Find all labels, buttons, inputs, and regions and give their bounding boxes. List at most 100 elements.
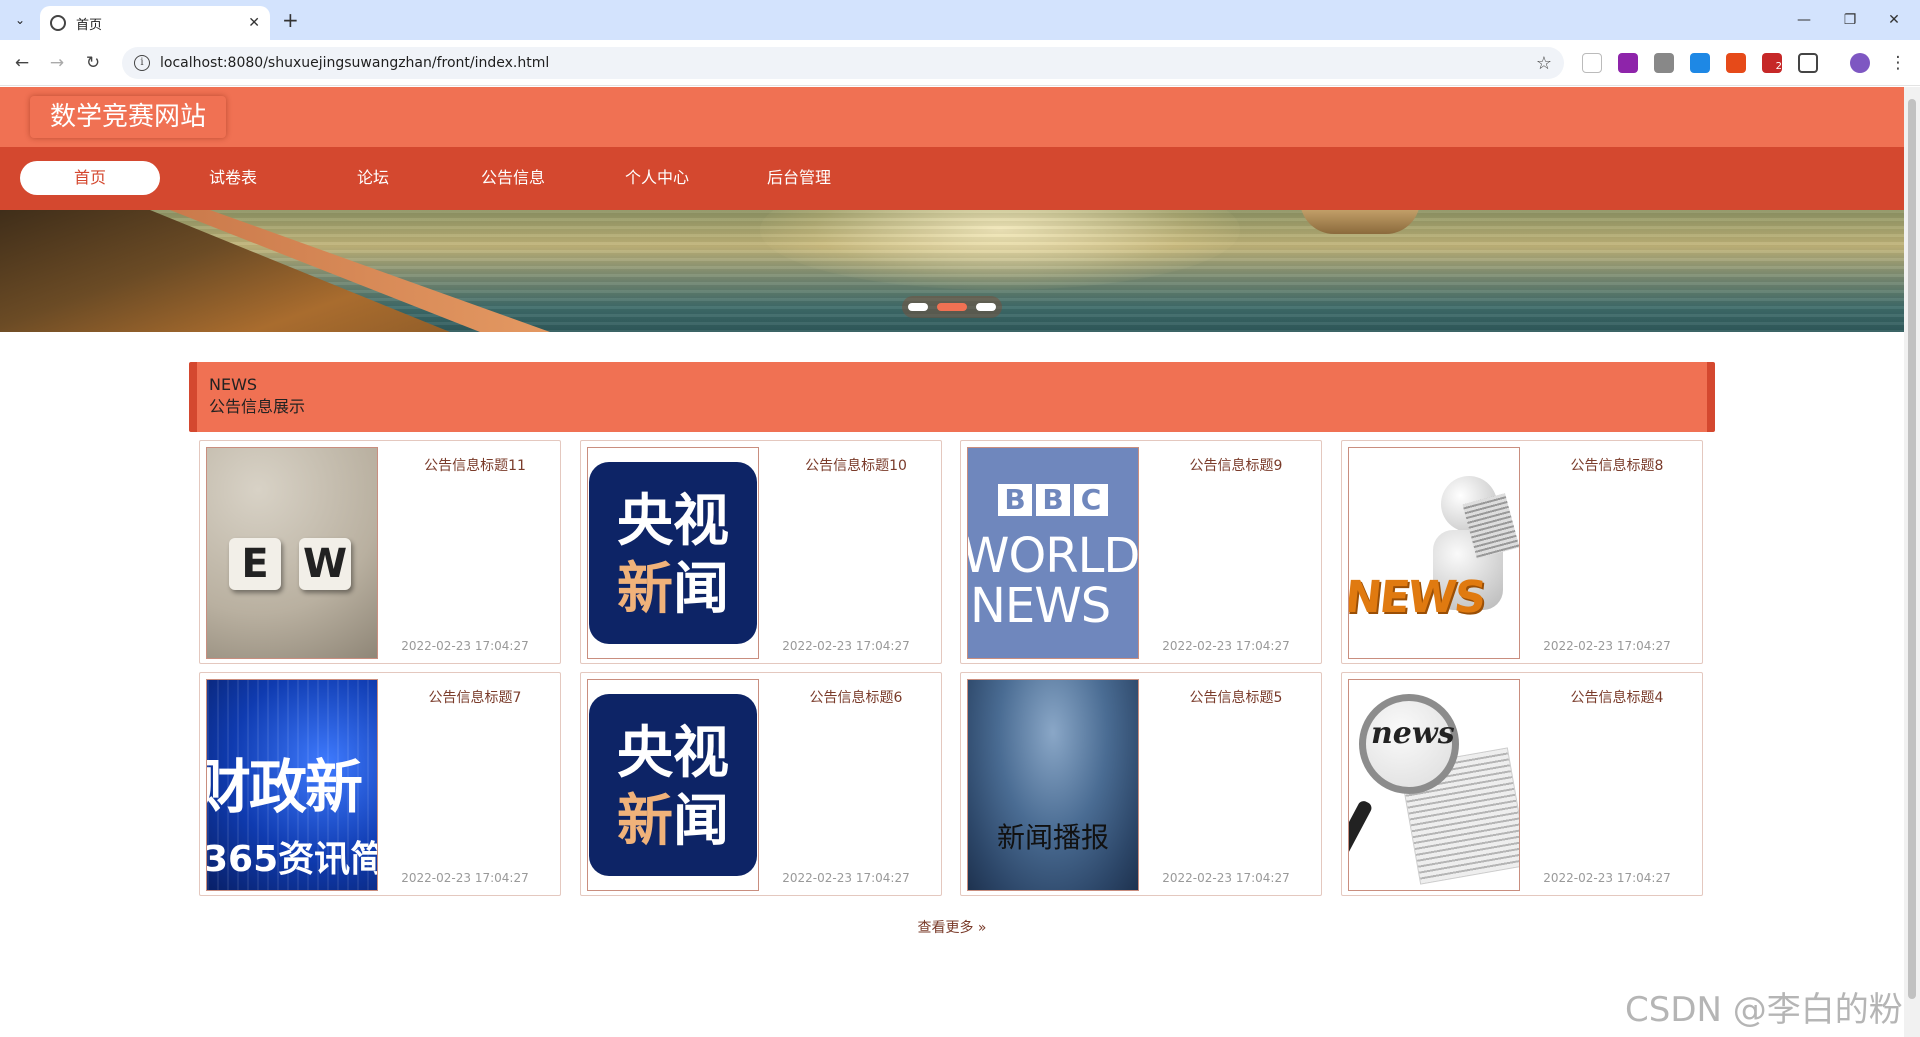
thumb-char-a: 新 bbox=[617, 557, 673, 622]
news-title[interactable]: 公告信息标题4 bbox=[1542, 687, 1692, 707]
bbc-letter: C bbox=[1074, 484, 1108, 516]
main-nav: 首页 试卷表 论坛 公告信息 个人中心 后台管理 bbox=[0, 147, 1904, 210]
thumb-word: news bbox=[1371, 716, 1455, 751]
news-thumbnail-cctv[interactable]: 央视 新闻 bbox=[587, 679, 759, 891]
news-timestamp: 2022-02-23 17:04:27 bbox=[401, 871, 529, 885]
news-card[interactable]: 央视 新闻 公告信息标题10 2022-02-23 17:04:27 bbox=[580, 440, 942, 664]
news-timestamp: 2022-02-23 17:04:27 bbox=[1543, 871, 1671, 885]
news-card[interactable]: 财政新 365资讯简 公告信息标题7 2022-02-23 17:04:27 bbox=[199, 672, 561, 896]
csdn-watermark: CSDN @李白的粉 bbox=[1625, 990, 1903, 1030]
address-bar[interactable]: i localhost:8080/shuxuejingsuwangzhan/fr… bbox=[122, 47, 1564, 79]
news-section-header: NEWS 公告信息展示 bbox=[189, 362, 1715, 432]
news-timestamp: 2022-02-23 17:04:27 bbox=[782, 639, 910, 653]
close-window-button[interactable]: ✕ bbox=[1874, 6, 1914, 34]
bbc-logo: B B C bbox=[998, 484, 1108, 516]
site-logo[interactable]: 数学竞赛网站 bbox=[30, 96, 227, 138]
bbc-letter: B bbox=[1036, 484, 1070, 516]
thumb-line-2: 新闻 bbox=[589, 558, 757, 622]
news-card[interactable]: E W 公告信息标题11 2022-02-23 17:04:27 bbox=[199, 440, 561, 664]
new-tab-button[interactable]: + bbox=[282, 8, 299, 32]
minimize-button[interactable]: — bbox=[1784, 6, 1824, 34]
news-card[interactable]: NEWS 公告信息标题8 2022-02-23 17:04:27 bbox=[1341, 440, 1703, 664]
carousel-dot-3[interactable] bbox=[976, 303, 996, 311]
nav-personal-center[interactable]: 个人中心 bbox=[587, 161, 727, 195]
thumb-char-a: 新 bbox=[617, 789, 673, 854]
carousel-dot-1[interactable] bbox=[908, 303, 928, 311]
news-title[interactable]: 公告信息标题9 bbox=[1161, 455, 1311, 475]
news-thumbnail-broadcast[interactable]: 新闻播报 bbox=[967, 679, 1139, 891]
news-timestamp: 2022-02-23 17:04:27 bbox=[401, 639, 529, 653]
thumb-line-1: 央视 bbox=[617, 721, 729, 786]
nav-forum[interactable]: 论坛 bbox=[303, 161, 443, 195]
news-title[interactable]: 公告信息标题8 bbox=[1542, 455, 1692, 475]
news-thumbnail-cctv[interactable]: 央视 新闻 bbox=[587, 447, 759, 659]
thumb-line-1: 央视 bbox=[617, 489, 729, 554]
extension-cursor-icon[interactable] bbox=[1582, 53, 1602, 73]
tab-search-button[interactable]: ⌄ bbox=[8, 8, 32, 32]
tab-title: 首页 bbox=[76, 17, 103, 33]
browser-menu-icon[interactable]: ⋮ bbox=[1886, 51, 1910, 75]
news-thumbnail-bbc[interactable]: B B C WORLD NEWS bbox=[967, 447, 1139, 659]
news-timestamp: 2022-02-23 17:04:27 bbox=[1543, 639, 1671, 653]
close-tab-icon[interactable]: ✕ bbox=[248, 15, 260, 31]
scrollbar-thumb[interactable] bbox=[1908, 99, 1916, 999]
banner-carousel[interactable] bbox=[0, 210, 1904, 332]
browser-tab[interactable]: 首页 ✕ bbox=[40, 6, 270, 40]
news-title[interactable]: 公告信息标题6 bbox=[781, 687, 931, 707]
thumb-line-1: 财政新 bbox=[206, 753, 363, 821]
thumb-line-2: 新闻 bbox=[589, 790, 757, 854]
extension-badge-icon[interactable]: 2 bbox=[1762, 53, 1782, 73]
news-card[interactable]: 新闻播报 公告信息标题5 2022-02-23 17:04:27 bbox=[960, 672, 1322, 896]
nav-admin[interactable]: 后台管理 bbox=[729, 161, 869, 195]
site-info-icon[interactable]: i bbox=[134, 55, 150, 71]
thumb-char-b: 闻 bbox=[673, 557, 729, 622]
carousel-indicators bbox=[902, 296, 1002, 318]
thumb-line-1: WORLD bbox=[967, 528, 1139, 584]
magnifier-handle bbox=[1349, 799, 1374, 871]
nav-announcements[interactable]: 公告信息 bbox=[443, 161, 583, 195]
nav-home[interactable]: 首页 bbox=[20, 161, 160, 195]
news-title[interactable]: 公告信息标题11 bbox=[400, 455, 550, 475]
thumb-letter-w: W bbox=[299, 538, 351, 590]
extension-blue-icon[interactable] bbox=[1690, 53, 1710, 73]
extension-gray-icon[interactable] bbox=[1654, 53, 1674, 73]
page-content: 数学竞赛网站 首页 试卷表 论坛 公告信息 个人中心 后台管理 NEWS 公告信… bbox=[0, 87, 1904, 1037]
news-thumbnail-magnifier[interactable]: news bbox=[1348, 679, 1520, 891]
view-more-link[interactable]: 查看更多 » bbox=[902, 917, 1002, 937]
news-card[interactable]: 央视 新闻 公告信息标题6 2022-02-23 17:04:27 bbox=[580, 672, 942, 896]
carousel-dot-2[interactable] bbox=[937, 303, 967, 311]
bookmark-star-icon[interactable]: ☆ bbox=[1536, 53, 1552, 74]
thumb-char-b: 闻 bbox=[673, 789, 729, 854]
reload-button[interactable]: ↻ bbox=[81, 51, 105, 75]
news-title[interactable]: 公告信息标题7 bbox=[400, 687, 550, 707]
news-title[interactable]: 公告信息标题10 bbox=[781, 455, 931, 475]
browser-tab-strip: ⌄ 首页 ✕ + — ❐ ✕ bbox=[0, 0, 1920, 40]
thumb-line-2: 365资讯简 bbox=[206, 839, 378, 880]
section-title-zh: 公告信息展示 bbox=[209, 397, 306, 416]
profile-avatar[interactable] bbox=[1850, 53, 1870, 73]
news-thumbnail-blocks[interactable]: E W bbox=[206, 447, 378, 659]
page-scrollbar[interactable] bbox=[1904, 87, 1920, 1037]
news-card[interactable]: B B C WORLD NEWS 公告信息标题9 2022-02-23 17:0… bbox=[960, 440, 1322, 664]
extension-orange-icon[interactable] bbox=[1726, 53, 1746, 73]
news-card[interactable]: news 公告信息标题4 2022-02-23 17:04:27 bbox=[1341, 672, 1703, 896]
extension-purple-icon[interactable] bbox=[1618, 53, 1638, 73]
thumb-word: NEWS bbox=[1348, 572, 1487, 623]
site-header: 数学竞赛网站 bbox=[0, 87, 1904, 147]
section-title-en: NEWS bbox=[209, 375, 258, 394]
forward-button[interactable]: → bbox=[45, 51, 69, 75]
thumb-letter-e: E bbox=[229, 538, 281, 590]
news-timestamp: 2022-02-23 17:04:27 bbox=[1162, 639, 1290, 653]
extensions-puzzle-icon[interactable] bbox=[1798, 53, 1818, 73]
url-text: localhost:8080/shuxuejingsuwangzhan/fron… bbox=[160, 55, 550, 71]
news-thumbnail-finance[interactable]: 财政新 365资讯简 bbox=[206, 679, 378, 891]
thumb-caption: 新闻播报 bbox=[996, 821, 1109, 854]
back-button[interactable]: ← bbox=[10, 51, 34, 75]
nav-papers[interactable]: 试卷表 bbox=[163, 161, 303, 195]
cctv-logo-tile: 央视 新闻 bbox=[589, 462, 757, 644]
news-timestamp: 2022-02-23 17:04:27 bbox=[1162, 871, 1290, 885]
news-title[interactable]: 公告信息标题5 bbox=[1161, 687, 1311, 707]
restore-button[interactable]: ❐ bbox=[1830, 6, 1870, 34]
news-thumbnail-3d-man[interactable]: NEWS bbox=[1348, 447, 1520, 659]
globe-icon bbox=[50, 15, 66, 31]
